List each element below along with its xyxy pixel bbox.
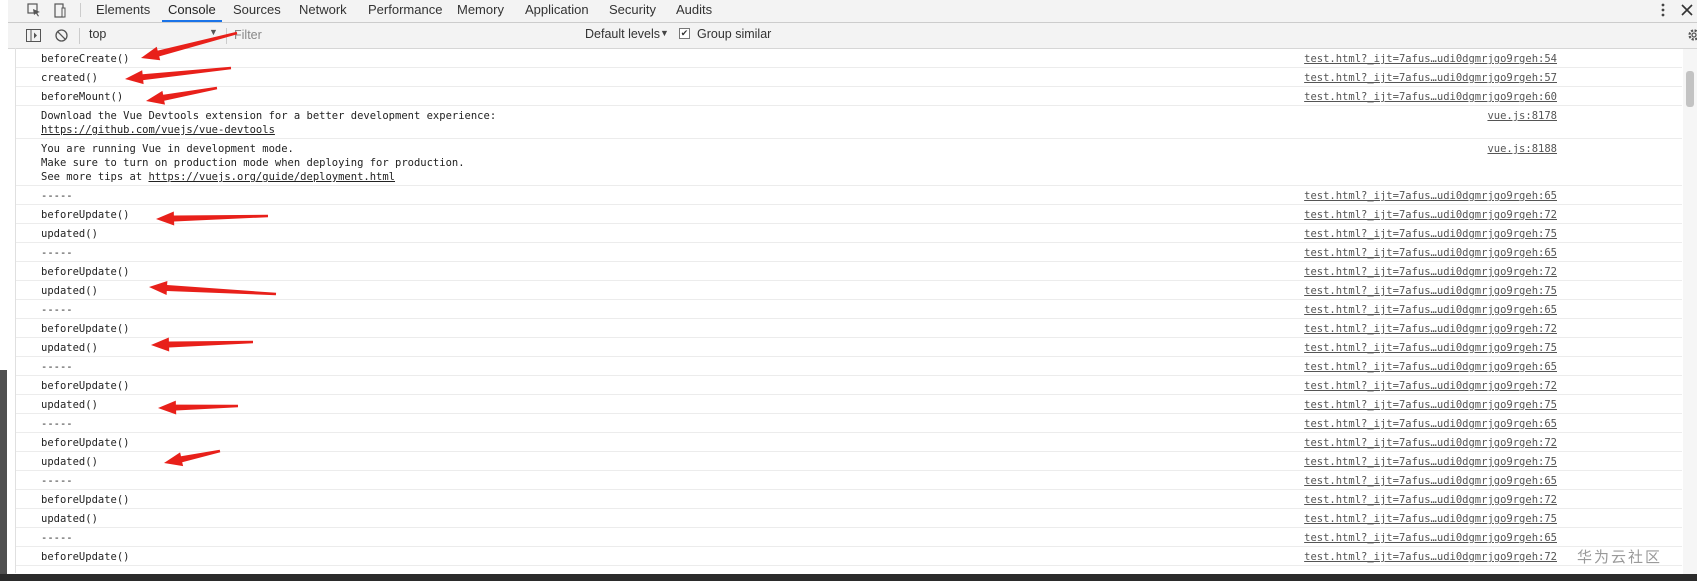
red-arrow-annotation [156,211,268,226]
annotation-arrows [125,31,277,467]
red-arrow-annotation [151,337,253,352]
red-arrow-annotation [164,449,221,467]
red-arrow-annotation [146,86,218,105]
red-arrow-annotation [141,31,238,61]
red-arrow-annotation [125,66,232,85]
devtools-window: Elements Console Sources Network Performance… [0,0,1697,581]
red-arrow-annotation [158,400,238,415]
red-arrow-annotation [149,281,277,296]
